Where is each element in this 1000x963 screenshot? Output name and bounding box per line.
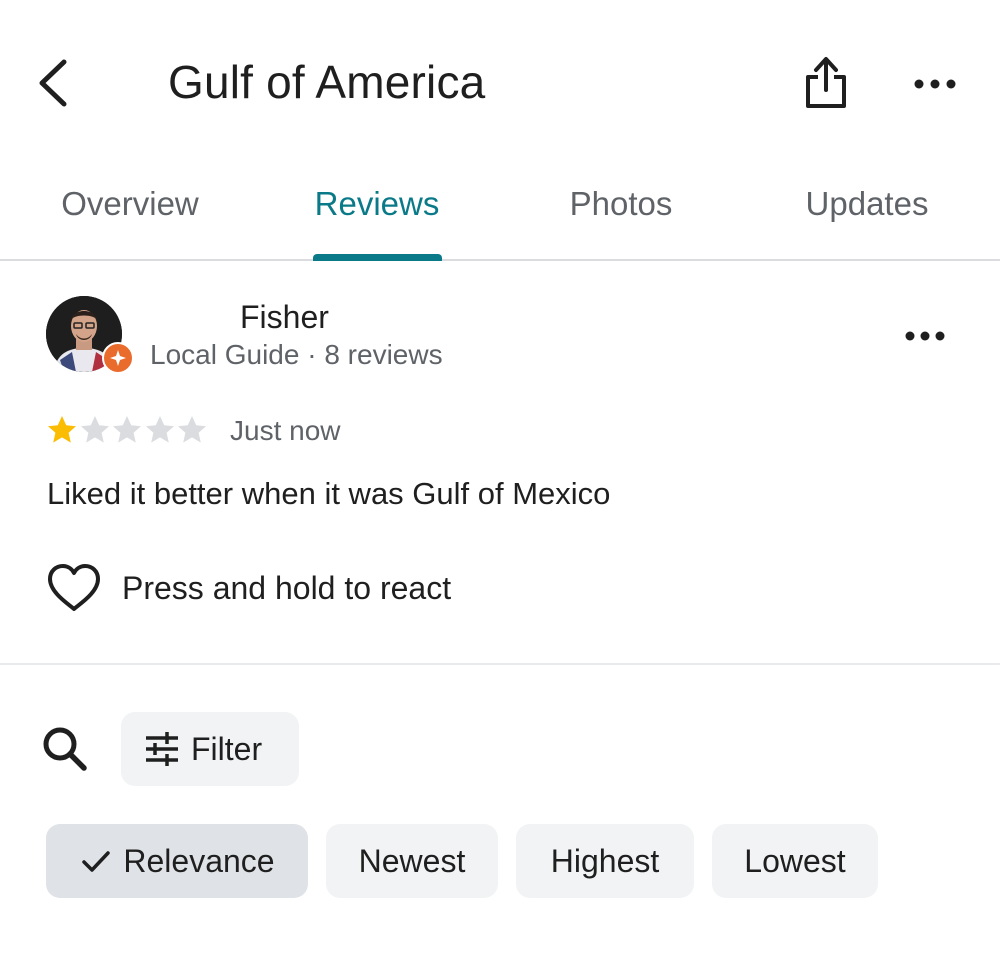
local-guide-badge [102, 342, 134, 374]
chevron-left-icon [39, 59, 67, 107]
search-reviews-button[interactable] [38, 722, 94, 778]
page-title: Gulf of America [168, 56, 486, 108]
filter-label: Filter [191, 730, 263, 767]
sort-chip-newest[interactable]: Newest [326, 824, 498, 898]
tab-updates[interactable]: Updates [782, 168, 952, 260]
share-icon [806, 57, 846, 108]
star-empty-icon [145, 416, 174, 443]
sort-chip-label: Lowest [744, 842, 846, 879]
star-filled-icon [48, 416, 76, 443]
star-empty-icon [113, 416, 141, 443]
check-icon [82, 851, 111, 872]
more-options-button[interactable] [908, 62, 962, 106]
back-button[interactable] [30, 52, 80, 112]
tab-overview[interactable]: Overview [40, 168, 220, 260]
tabs-divider [0, 259, 1000, 261]
sort-chip-label: Highest [550, 842, 660, 879]
sort-chip-label: Relevance [123, 842, 275, 879]
react-label: Press and hold to react [122, 570, 452, 606]
sort-chip-label: Newest [358, 842, 466, 879]
sort-chip-relevance[interactable]: Relevance [46, 824, 308, 898]
sort-chip-highest[interactable]: Highest [516, 824, 694, 898]
more-horizontal-icon [905, 331, 945, 341]
filter-button[interactable]: Filter [121, 712, 299, 786]
review-text: Liked it better when it was Gulf of Mexi… [47, 476, 611, 511]
star-empty-icon [80, 416, 109, 443]
tab-photos[interactable]: Photos [540, 168, 702, 260]
star-rating [46, 414, 209, 448]
share-button[interactable] [800, 52, 852, 114]
more-horizontal-icon [914, 79, 956, 89]
reviewer-name[interactable]: Fisher [240, 297, 329, 337]
reviewer-meta: Local Guide · 8 reviews [150, 339, 443, 370]
section-divider [0, 663, 1000, 665]
star-badge-icon [110, 350, 126, 366]
active-tab-indicator [313, 254, 442, 261]
review-time: Just now [230, 415, 341, 446]
star-empty-icon [178, 416, 206, 443]
react-button[interactable]: Press and hold to react [46, 560, 451, 616]
review-options-button[interactable] [898, 316, 952, 356]
sort-chip-lowest[interactable]: Lowest [712, 824, 878, 898]
search-icon [43, 727, 87, 771]
heart-icon [48, 564, 100, 611]
tab-bar: Overview Reviews Photos Updates [0, 168, 1000, 260]
tab-reviews[interactable]: Reviews [296, 168, 458, 260]
tune-icon [146, 732, 178, 766]
